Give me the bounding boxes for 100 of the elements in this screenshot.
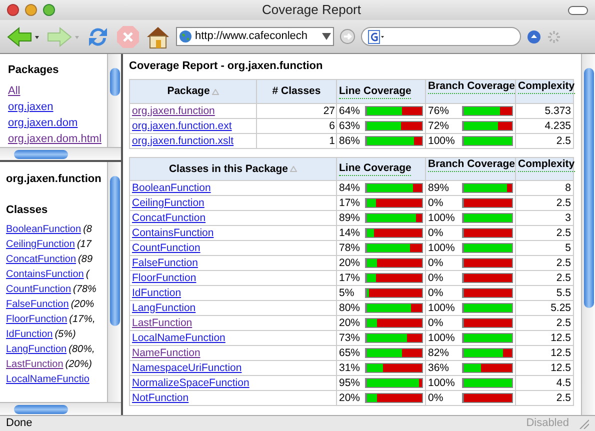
coverage-percent: 78% (339, 242, 362, 254)
search-engine-icon[interactable] (368, 30, 384, 44)
back-arrow-icon[interactable] (6, 26, 40, 48)
coverage-percent: 0% (428, 196, 444, 210)
package-link[interactable]: org.jaxen (8, 100, 54, 112)
horizontal-scrollbar[interactable] (0, 147, 121, 160)
coverage-note: (20%) (65, 358, 92, 372)
class-link[interactable]: ContainsFunction (6, 267, 84, 282)
complexity-value: 2.5 (556, 272, 571, 284)
coverage-percent: 89% (428, 182, 450, 194)
scroll-thumb[interactable] (110, 68, 120, 96)
scroll-thumb[interactable] (110, 176, 120, 326)
coverage-percent: 0% (428, 316, 444, 330)
coverage-percent: 65% (339, 346, 362, 360)
globe-icon (179, 30, 192, 43)
package-link[interactable]: org.jaxen.dom.html (8, 132, 102, 144)
coverage-percent: 82% (428, 346, 450, 360)
coverage-percent: 36% (428, 362, 450, 374)
class-link[interactable]: FloorFunction (6, 312, 68, 327)
coverage-percent: 63% (339, 120, 362, 132)
search-field[interactable] (361, 27, 521, 46)
coverage-note: (17 (76, 238, 92, 252)
coverage-percent: 14% (339, 226, 362, 240)
coverage-percent: 100% (428, 134, 456, 148)
complexity-value: 4.5 (556, 376, 571, 388)
coverage-percent: 80% (339, 302, 362, 314)
vertical-scrollbar[interactable] (581, 54, 595, 415)
class-link[interactable]: LastFunction (6, 357, 64, 372)
horizontal-scrollbar[interactable] (0, 402, 121, 415)
zoom-icon[interactable] (43, 4, 55, 16)
go-icon[interactable] (340, 29, 355, 44)
package-link[interactable]: All (8, 84, 20, 96)
package-link[interactable]: org.jaxen.dom (8, 116, 78, 128)
class-link[interactable]: ConcatFunction (6, 252, 76, 267)
package-title: org.jaxen.function (6, 172, 102, 187)
class-link[interactable]: LocalNameFunctio (6, 372, 90, 387)
toolbar-toggle-icon[interactable] (568, 6, 588, 14)
coverage-percent: 17% (339, 196, 362, 210)
complexity-value: 3 (565, 212, 571, 224)
class-count: 27 (323, 104, 335, 116)
coverage-note: ( (86, 268, 90, 282)
class-count: 1 (329, 134, 335, 146)
coverage-percent: 31% (339, 362, 362, 374)
complexity-value: 5 (565, 242, 571, 254)
coverage-percent: 0% (428, 272, 444, 284)
complexity-value: 4.235 (544, 120, 571, 132)
window-title: Coverage Report (261, 1, 362, 20)
coverage-percent: 100% (428, 212, 456, 224)
complexity-value: 5.25 (550, 302, 571, 314)
class-link[interactable]: IdFunction (6, 327, 53, 342)
coverage-percent: 86% (339, 134, 362, 148)
address-field[interactable]: http://www.cafeconlech (176, 27, 334, 46)
class-link[interactable]: CountFunction (6, 282, 72, 297)
class-count: 6 (329, 120, 335, 132)
classes-heading: Classes (6, 202, 49, 218)
bookmark-icon[interactable] (527, 30, 541, 44)
coverage-percent: 100% (428, 302, 456, 314)
class-link[interactable]: FalseFunction (6, 297, 69, 312)
close-icon[interactable] (7, 4, 19, 16)
dropdown-icon[interactable] (322, 33, 331, 40)
coverage-percent: 73% (339, 332, 362, 344)
complexity-value: 2.5 (556, 134, 571, 146)
complexity-value: 12.5 (550, 332, 571, 344)
coverage-percent: 76% (428, 104, 450, 118)
coverage-note: (89 (78, 253, 92, 267)
scroll-thumb[interactable] (14, 405, 68, 414)
vertical-scrollbar[interactable] (107, 162, 121, 402)
resize-grip-icon[interactable] (579, 418, 589, 428)
status-text: Done (6, 416, 34, 431)
coverage-percent: 72% (428, 120, 450, 132)
coverage-percent: 0% (428, 226, 444, 240)
coverage-percent: 95% (339, 376, 362, 390)
coverage-percent: 0% (428, 256, 444, 270)
coverage-note: (8 (83, 223, 92, 237)
scroll-thumb[interactable] (584, 68, 594, 308)
complexity-value: 5.5 (556, 286, 571, 298)
spinner-icon (547, 30, 561, 44)
coverage-percent: 17% (339, 272, 362, 284)
column-header[interactable]: Package (167, 85, 210, 98)
coverage-percent: 5% (339, 286, 356, 300)
vertical-scrollbar[interactable] (107, 54, 121, 147)
class-link[interactable]: LangFunction (6, 342, 67, 357)
complexity-value: 2.5 (556, 316, 571, 328)
minimize-icon[interactable] (25, 4, 37, 16)
coverage-percent: 0% (428, 286, 444, 300)
class-link[interactable]: IdFunction (132, 286, 182, 298)
packages-heading: Packages (8, 63, 60, 78)
coverage-percent: 100% (428, 376, 456, 390)
complexity-value: 2.5 (556, 392, 571, 404)
sort-icon (212, 88, 219, 94)
coverage-note: (80%, (68, 343, 95, 357)
coverage-percent: 0% (428, 392, 444, 404)
sort-icon (290, 166, 298, 172)
class-link[interactable]: BooleanFunction (6, 222, 82, 237)
home-icon[interactable] (146, 24, 170, 48)
class-link[interactable]: CeilingFunction (6, 237, 75, 252)
coverage-percent: 20% (339, 392, 362, 404)
url-text: http://www.cafeconlech (195, 29, 309, 44)
scroll-thumb[interactable] (14, 150, 68, 159)
coverage-note: (5%) (54, 328, 76, 342)
